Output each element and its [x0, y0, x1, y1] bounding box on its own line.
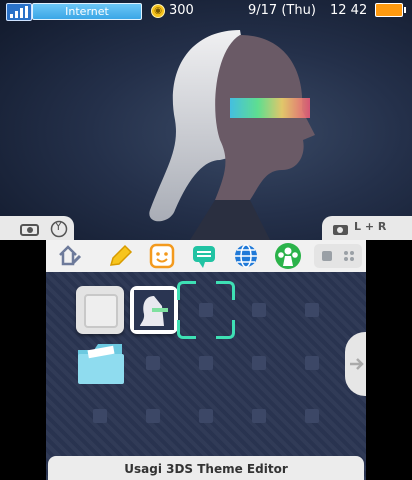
- bottom-right-margin: [366, 240, 412, 480]
- view-mode-toggle[interactable]: [314, 244, 362, 268]
- connection-status: Internet: [32, 3, 142, 20]
- empty-slot[interactable]: [93, 409, 107, 423]
- date-display: 9/17 (Thu): [248, 3, 316, 18]
- scroll-right-button[interactable]: [345, 332, 366, 396]
- bottom-screen: Usagi 3DS Theme Editor: [46, 240, 366, 480]
- top-screen: Internet ◉ 300 9/17 (Thu) 12 42 Y L + R: [0, 0, 412, 240]
- empty-slot[interactable]: [252, 303, 266, 317]
- chat-bubble-icon[interactable]: [190, 242, 218, 270]
- empty-slot[interactable]: [252, 409, 266, 423]
- empty-slot[interactable]: [199, 303, 213, 317]
- home-toolbar: [46, 240, 366, 272]
- empty-slot[interactable]: [146, 409, 160, 423]
- app-icon-theme[interactable]: [130, 286, 178, 334]
- theme-portrait-image: [149, 30, 315, 240]
- time-display: 12 42: [330, 3, 368, 18]
- wifi-signal-icon: [6, 3, 32, 21]
- play-coin-icon: ◉: [151, 4, 165, 18]
- empty-slot[interactable]: [146, 356, 160, 370]
- empty-slot[interactable]: [199, 409, 213, 423]
- miiverse-face-icon[interactable]: [148, 242, 176, 270]
- settings-wrench-icon[interactable]: [56, 242, 84, 270]
- battery-icon: [375, 3, 406, 17]
- empty-slot[interactable]: [199, 356, 213, 370]
- status-bar: Internet ◉ 300 9/17 (Thu) 12 42: [0, 0, 412, 22]
- empty-slot[interactable]: [252, 356, 266, 370]
- empty-slot[interactable]: [305, 303, 319, 317]
- empty-slot[interactable]: [305, 356, 319, 370]
- bottom-left-margin: [0, 240, 46, 480]
- theme-thumbnail: [134, 290, 174, 330]
- camera-icon: [20, 224, 39, 236]
- empty-slot[interactable]: [305, 409, 319, 423]
- folder-icon[interactable]: [76, 340, 126, 386]
- internet-globe-icon[interactable]: [232, 242, 260, 270]
- camera-icon: [333, 225, 348, 235]
- app-icon-blank[interactable]: [76, 286, 124, 334]
- grid-view-icon[interactable]: [344, 251, 348, 255]
- theme-title-bar: Usagi 3DS Theme Editor: [48, 456, 364, 480]
- y-button-label: Y: [55, 220, 62, 233]
- l-r-button-label: L + R: [354, 220, 387, 233]
- screenshot-hint-tab[interactable]: L + R: [322, 216, 412, 240]
- arrow-right-icon: [350, 358, 364, 370]
- camera-hint-tab[interactable]: Y: [0, 216, 74, 240]
- pencil-notes-icon[interactable]: [106, 242, 134, 270]
- friends-icon[interactable]: [274, 242, 302, 270]
- single-view-icon[interactable]: [322, 251, 332, 261]
- coin-count: 300: [169, 3, 194, 18]
